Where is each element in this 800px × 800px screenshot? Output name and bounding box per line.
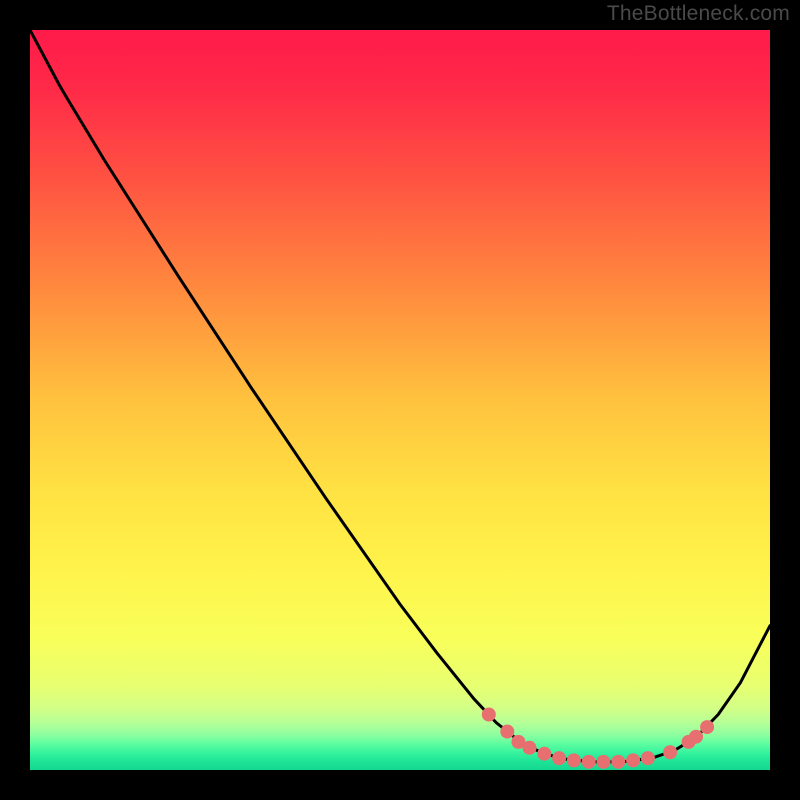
data-point bbox=[626, 753, 640, 767]
data-point bbox=[597, 755, 611, 769]
data-point bbox=[500, 725, 514, 739]
data-point bbox=[641, 751, 655, 765]
data-point bbox=[611, 755, 625, 769]
plot-area bbox=[30, 30, 770, 770]
data-point bbox=[689, 730, 703, 744]
data-point bbox=[552, 751, 566, 765]
watermark-text: TheBottleneck.com bbox=[607, 2, 790, 26]
data-point bbox=[663, 745, 677, 759]
data-point bbox=[482, 708, 496, 722]
data-point bbox=[582, 755, 596, 769]
data-point bbox=[537, 747, 551, 761]
data-point bbox=[523, 741, 537, 755]
chart-container: TheBottleneck.com bbox=[0, 0, 800, 800]
marker-layer bbox=[30, 30, 770, 770]
data-point bbox=[700, 720, 714, 734]
data-point bbox=[567, 753, 581, 767]
